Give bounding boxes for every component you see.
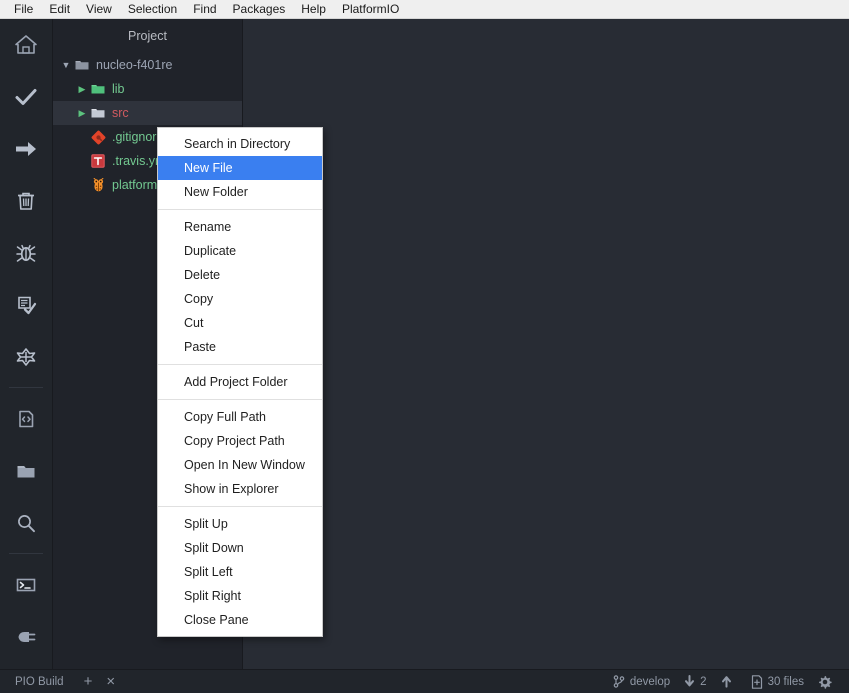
menubar-item-file[interactable]: File <box>6 0 41 18</box>
git-branch-name: develop <box>629 675 671 688</box>
context-menu-item-copy[interactable]: Copy <box>158 287 322 311</box>
context-menu-item-split-up[interactable]: Split Up <box>158 512 322 536</box>
tree-panel-title: Project <box>128 29 167 43</box>
context-menu-item-close-pane[interactable]: Close Pane <box>158 608 322 632</box>
status-bar-left: PIO Build + × <box>0 670 122 693</box>
code-file-icon[interactable] <box>0 393 53 445</box>
trash-icon[interactable] <box>0 175 53 227</box>
chevron-down-icon[interactable]: ▼ <box>59 60 73 70</box>
plug-icon[interactable] <box>0 611 53 663</box>
arrow-up-icon <box>721 675 732 688</box>
dock-separator-1 <box>9 387 43 388</box>
context-menu-item-delete[interactable]: Delete <box>158 263 322 287</box>
context-menu-item-new-folder[interactable]: New Folder <box>158 180 322 204</box>
behind-count-label: 2 <box>700 675 707 688</box>
home-icon[interactable] <box>0 19 53 71</box>
context-menu-item-split-left[interactable]: Split Left <box>158 560 322 584</box>
tree-row-src[interactable]: ▶ src <box>53 101 242 125</box>
serial-monitor-icon[interactable] <box>0 331 53 383</box>
changed-files-label: 30 files <box>767 675 804 688</box>
menubar-item-platformio[interactable]: PlatformIO <box>334 0 407 18</box>
file-diff-icon <box>751 674 763 689</box>
menubar: File Edit View Selection Find Packages H… <box>0 0 849 19</box>
context-menu-item-new-file[interactable]: New File <box>158 156 322 180</box>
close-terminal-button[interactable]: × <box>99 670 122 693</box>
context-menu-separator <box>158 399 322 400</box>
menubar-item-packages[interactable]: Packages <box>225 0 294 18</box>
gear-icon <box>818 675 832 689</box>
chevron-right-icon[interactable]: ▶ <box>75 84 89 94</box>
pio-build-status[interactable]: PIO Build <box>8 670 71 693</box>
context-menu-item-add-project-folder[interactable]: Add Project Folder <box>158 370 322 394</box>
editor-area[interactable] <box>244 19 849 669</box>
folder-open-icon <box>73 59 91 71</box>
atom-editor-window: File Edit View Selection Find Packages H… <box>0 0 849 693</box>
chevron-right-icon[interactable]: ▶ <box>75 108 89 118</box>
changed-files-status[interactable]: 30 files <box>744 670 811 693</box>
platformio-toolbar <box>0 19 53 669</box>
git-branch-icon <box>613 675 625 688</box>
travis-icon <box>89 154 107 168</box>
tree-row[interactable]: ▶ lib <box>53 77 242 101</box>
tree-item-label: src <box>112 106 129 120</box>
arrow-right-icon[interactable] <box>0 123 53 175</box>
context-menu: Search in Directory New File New Folder … <box>157 127 323 637</box>
git-behind-count[interactable]: 2 <box>677 670 713 693</box>
context-menu-item-duplicate[interactable]: Duplicate <box>158 239 322 263</box>
context-menu-separator <box>158 364 322 365</box>
folder-icon <box>89 83 107 95</box>
git-branch-status[interactable]: develop <box>606 670 677 693</box>
context-menu-separator <box>158 506 322 507</box>
context-menu-item-split-right[interactable]: Split Right <box>158 584 322 608</box>
context-menu-item-cut[interactable]: Cut <box>158 311 322 335</box>
folder-icon <box>89 107 107 119</box>
context-menu-item-paste[interactable]: Paste <box>158 335 322 359</box>
clipboard-check-icon[interactable] <box>0 279 53 331</box>
tree-item-label: lib <box>112 82 125 96</box>
context-menu-item-search-in-directory[interactable]: Search in Directory <box>158 132 322 156</box>
menubar-item-find[interactable]: Find <box>185 0 224 18</box>
context-menu-item-open-in-new-window[interactable]: Open In New Window <box>158 453 322 477</box>
status-bar: PIO Build + × develop 2 30 files <box>0 669 849 693</box>
context-menu-item-copy-project-path[interactable]: Copy Project Path <box>158 429 322 453</box>
bug-icon[interactable] <box>0 227 53 279</box>
menubar-item-edit[interactable]: Edit <box>41 0 78 18</box>
settings-button[interactable] <box>811 670 839 693</box>
git-icon <box>89 130 107 145</box>
search-icon[interactable] <box>0 497 53 549</box>
arrow-down-icon <box>684 675 695 688</box>
menubar-item-help[interactable]: Help <box>293 0 334 18</box>
context-menu-item-show-in-explorer[interactable]: Show in Explorer <box>158 477 322 501</box>
tree-item-label: .gitignore <box>112 130 164 144</box>
tree-item-label: nucleo-f401re <box>96 58 173 72</box>
context-menu-item-rename[interactable]: Rename <box>158 215 322 239</box>
dock-separator-2 <box>9 553 43 554</box>
folder-icon[interactable] <box>0 445 53 497</box>
platformio-icon <box>89 178 107 192</box>
tree-row[interactable]: ▼ nucleo-f401re <box>53 53 242 77</box>
menubar-item-view[interactable]: View <box>78 0 120 18</box>
context-menu-separator <box>158 209 322 210</box>
check-icon[interactable] <box>0 71 53 123</box>
add-terminal-button[interactable]: + <box>77 670 100 693</box>
git-ahead-count[interactable] <box>714 670 744 693</box>
menubar-item-selection[interactable]: Selection <box>120 0 185 18</box>
context-menu-item-copy-full-path[interactable]: Copy Full Path <box>158 405 322 429</box>
context-menu-item-split-down[interactable]: Split Down <box>158 536 322 560</box>
status-bar-right: develop 2 30 files <box>606 670 849 693</box>
terminal-icon[interactable] <box>0 559 53 611</box>
